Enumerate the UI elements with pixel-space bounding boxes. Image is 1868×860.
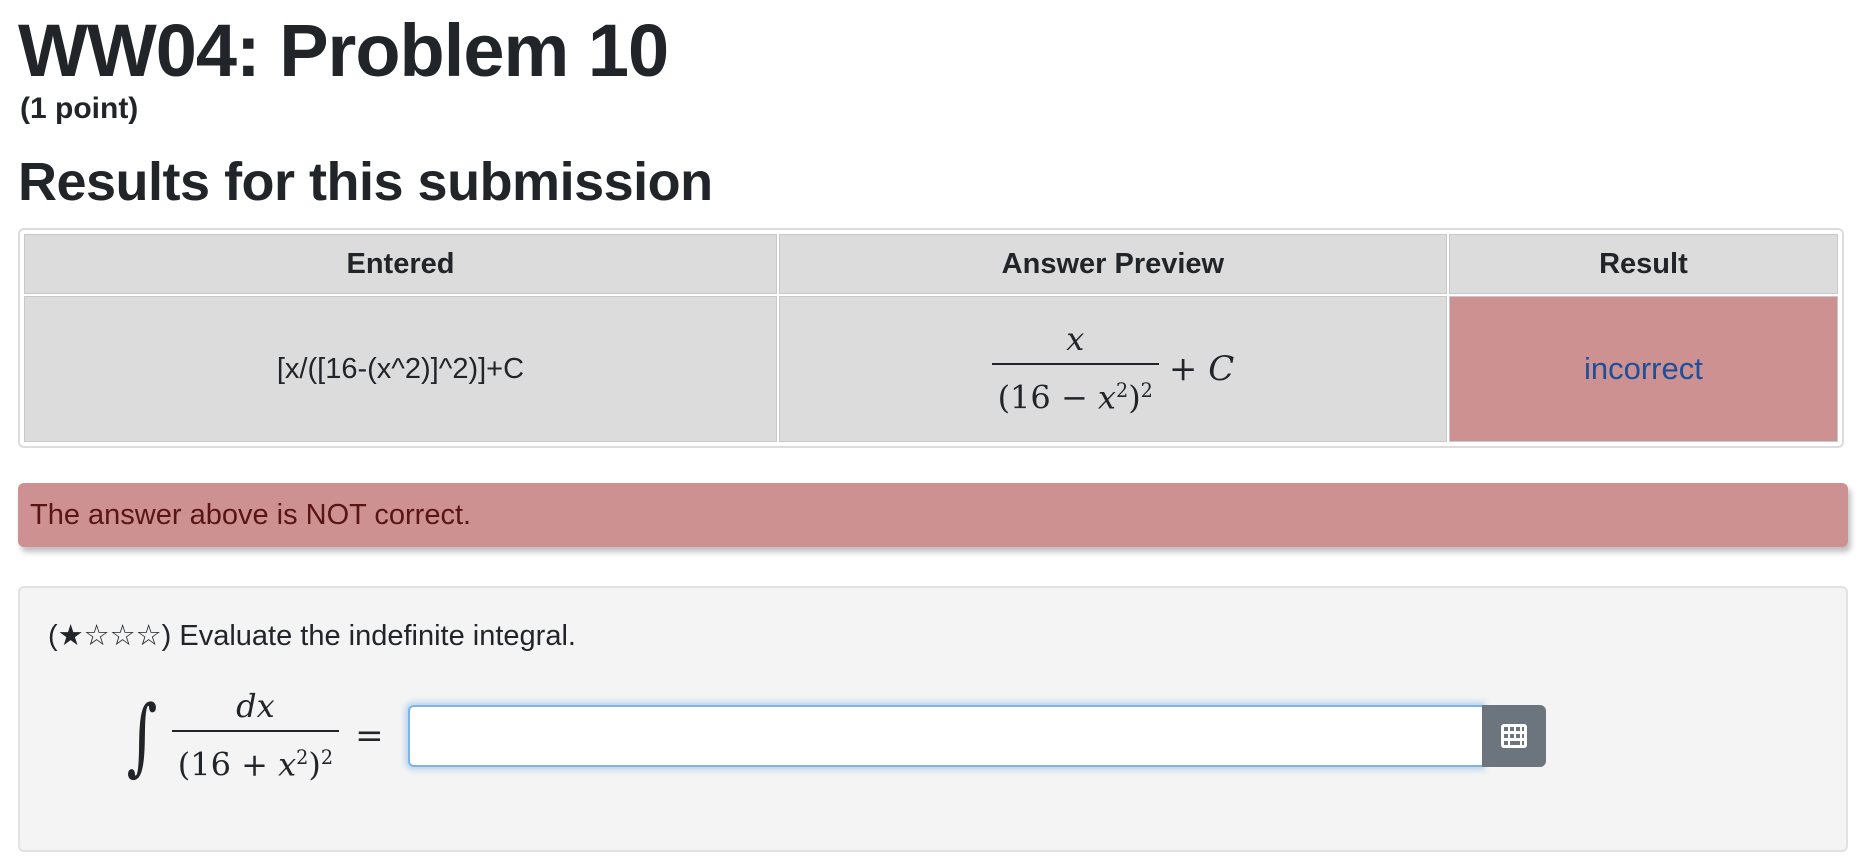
column-header-entered: Entered [24, 234, 777, 294]
page-title: WW04: Problem 10 [18, 9, 669, 92]
column-header-result: Result [1448, 234, 1838, 294]
integrand-denominator-open: (16 + [177, 745, 279, 784]
entered-answer: [x/([16-(x^2)]^2)]+C [24, 296, 777, 442]
equals-sign: = [355, 716, 384, 756]
preview-numerator: x [1066, 319, 1085, 358]
preview-denominator-close: ) [1128, 378, 1141, 417]
column-header-answer-preview: Answer Preview [778, 234, 1447, 294]
equation-editor-button[interactable] [1481, 705, 1546, 767]
problem-prompt: Evaluate the indefinite integral. [179, 620, 576, 652]
results-heading: Results for this submission [18, 152, 713, 212]
problem-panel: (★☆☆☆) Evaluate the indefinite integral.… [18, 586, 1848, 852]
preview-denominator-open: (16 − [997, 378, 1098, 417]
preview-denominator: (16 − x2)2 [992, 365, 1159, 420]
preview-fraction: x (16 − x2)2 [991, 319, 1159, 420]
table-row: [x/([16-(x^2)]^2)]+C x (16 − x2)2 + C in… [24, 296, 1838, 442]
integrand-inner-exponent: 2 [296, 745, 309, 769]
integrand-numerator: dx [236, 686, 275, 725]
problem-statement: (★☆☆☆) Evaluate the indefinite integral. [48, 616, 576, 656]
incorrect-alert: The answer above is NOT correct. [18, 483, 1848, 547]
integral-sign: ∫ [126, 687, 158, 785]
integrand-denominator: (16 + x2)2 [172, 732, 339, 787]
answer-input[interactable] [407, 705, 1482, 767]
preview-outer-exponent: 2 [1140, 378, 1153, 402]
preview-plus-constant: + C [1169, 349, 1234, 389]
grid-icon [1500, 724, 1527, 748]
preview-plus: + [1168, 349, 1209, 389]
preview-denominator-var: x [1097, 378, 1116, 417]
table-header-row: Entered Answer Preview Result [24, 234, 1838, 294]
answer-preview: x (16 − x2)2 + C [778, 296, 1447, 442]
preview-constant: C [1208, 349, 1235, 389]
results-table: Entered Answer Preview Result [x/([16-(x… [22, 232, 1840, 444]
integrand-denominator-close: ) [308, 745, 321, 784]
integrand-denominator-var: x [278, 745, 297, 784]
integrand-fraction: dx (16 + x2)2 [171, 686, 340, 787]
preview-inner-exponent: 2 [1115, 378, 1129, 402]
difficulty-stars: (★☆☆☆) [48, 620, 172, 652]
integrand-outer-exponent: 2 [320, 745, 334, 769]
integral-expression: ∫ dx (16 + x2)2 = [120, 687, 1546, 785]
result-status: incorrect [1448, 296, 1838, 442]
results-table-container: Entered Answer Preview Result [x/([16-(x… [18, 228, 1844, 448]
problem-points: (1 point) [20, 92, 139, 125]
